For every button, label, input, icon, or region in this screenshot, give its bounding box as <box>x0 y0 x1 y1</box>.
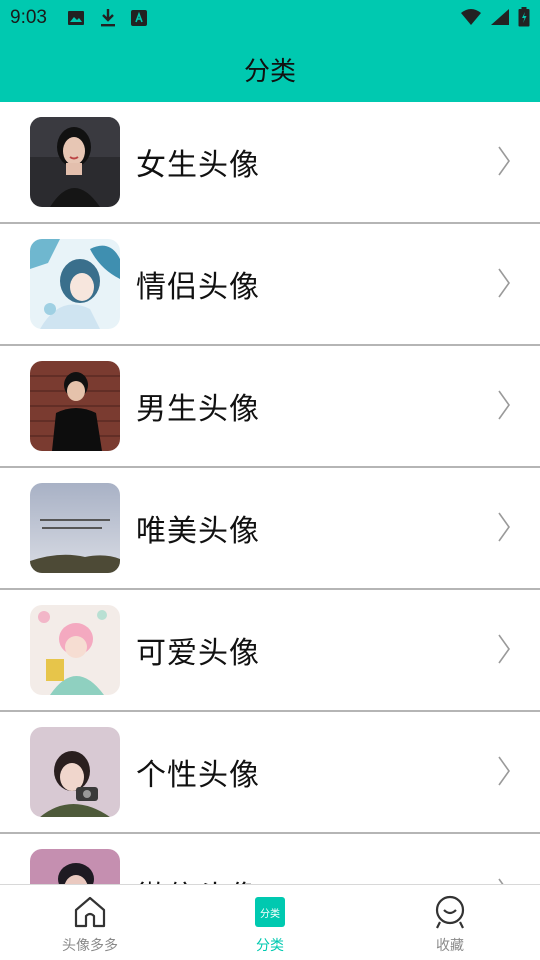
battery-icon <box>518 7 530 31</box>
category-thumbnail <box>30 849 120 884</box>
app-notification-icon <box>130 10 147 26</box>
app-header: 分类 <box>0 36 540 102</box>
category-item-girls[interactable]: 女生头像 <box>0 102 540 224</box>
home-icon <box>73 895 107 929</box>
category-item-personality[interactable]: 个性头像 <box>0 712 540 834</box>
system-status-icons <box>460 7 530 31</box>
category-thumbnail <box>30 727 120 817</box>
chevron-right-icon <box>498 390 510 424</box>
chevron-right-icon <box>498 268 510 302</box>
chevron-right-icon <box>498 634 510 668</box>
category-item-aesthetic[interactable]: 唯美头像 <box>0 468 540 590</box>
nav-item-category[interactable]: 分类 分类 <box>180 885 360 960</box>
category-item-wechat[interactable]: 微信头像 <box>0 834 540 884</box>
nav-item-home[interactable]: 头像多多 <box>0 885 180 960</box>
favorites-icon <box>433 895 467 929</box>
notification-icons <box>67 8 147 28</box>
category-thumbnail <box>30 483 120 573</box>
nav-label: 分类 <box>256 938 284 954</box>
nav-label: 收藏 <box>436 938 464 954</box>
status-bar: 9:03 <box>0 0 540 36</box>
chevron-right-icon <box>498 146 510 180</box>
category-label: 唯美头像 <box>136 514 260 549</box>
status-time: 9:03 <box>10 7 47 28</box>
category-item-couples[interactable]: 情侣头像 <box>0 224 540 346</box>
wifi-icon <box>460 8 482 30</box>
app-screen: 9:03 分类 女生头像 情侣头像 男生头像 唯美头像 可爱头像 个性头像 头像… <box>0 0 540 960</box>
signal-icon <box>490 8 510 30</box>
category-thumbnail <box>30 361 120 451</box>
chevron-right-icon <box>498 756 510 790</box>
category-item-boys[interactable]: 男生头像 <box>0 346 540 468</box>
category-item-cute[interactable]: 可爱头像 <box>0 590 540 712</box>
page-title: 分类 <box>243 56 296 87</box>
category-label: 情侣头像 <box>136 270 260 305</box>
category-list[interactable]: 女生头像 情侣头像 男生头像 唯美头像 可爱头像 个性头像 <box>0 102 540 884</box>
chevron-right-icon <box>498 512 510 546</box>
category-badge: 分类 <box>255 897 285 927</box>
category-label: 个性头像 <box>136 758 260 793</box>
nav-label: 头像多多 <box>62 938 118 954</box>
category-thumbnail <box>30 605 120 695</box>
nav-item-favorites[interactable]: 收藏 <box>360 885 540 960</box>
category-label: 微信头像 <box>136 872 260 884</box>
download-notification-icon <box>99 8 117 28</box>
image-notification-icon <box>67 9 85 27</box>
category-label: 可爱头像 <box>136 636 260 671</box>
category-label: 男生头像 <box>136 392 260 427</box>
category-thumbnail <box>30 117 120 207</box>
bottom-navigation: 头像多多 分类 分类 收藏 <box>0 884 540 960</box>
category-label: 女生头像 <box>136 148 260 183</box>
category-thumbnail <box>30 239 120 329</box>
category-icon: 分类 <box>253 895 287 929</box>
